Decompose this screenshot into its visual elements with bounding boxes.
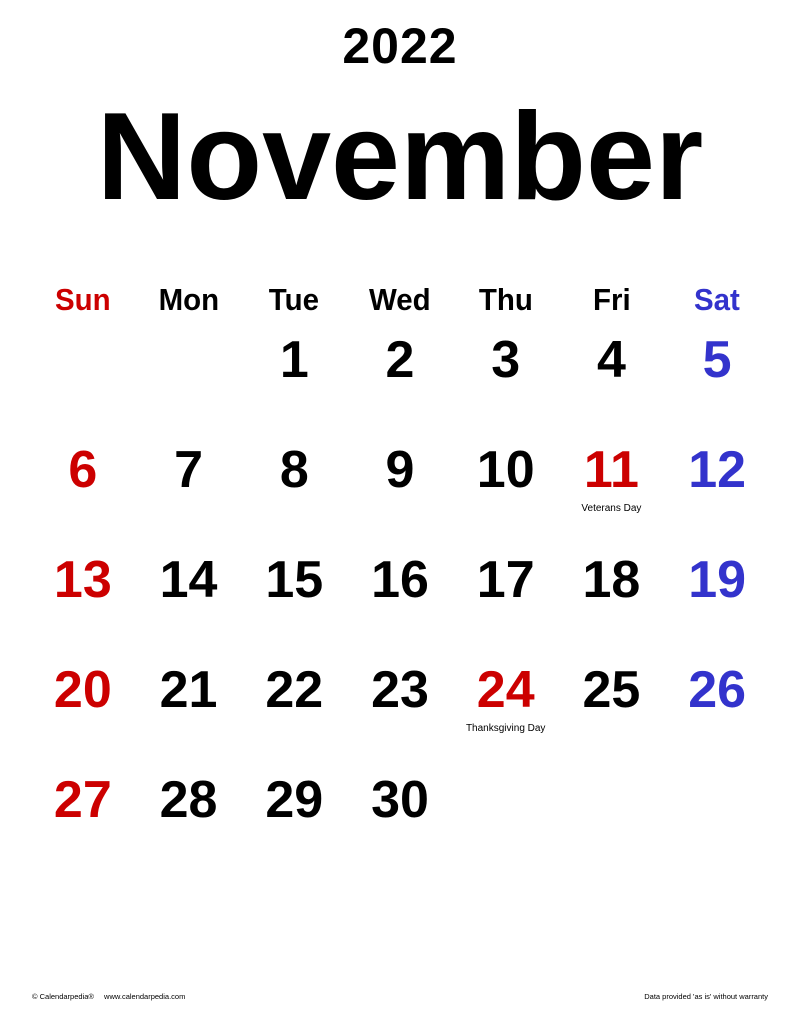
day-number: 7 [174, 441, 204, 499]
day-number: 28 [159, 771, 218, 829]
day-cell: 21 [136, 660, 242, 770]
day-number: 26 [688, 661, 747, 719]
calendar-year: 2022 [342, 18, 458, 74]
day-cell: 26 [664, 660, 770, 770]
day-cell: 3 [453, 330, 559, 440]
day-number: 8 [279, 441, 309, 499]
day-cell: 22 [241, 660, 347, 770]
day-cell: 18 [559, 550, 665, 660]
day-number: 24 [476, 661, 535, 719]
day-number: 19 [688, 551, 747, 609]
copyright-text: © Calendarpedia® [32, 992, 94, 1001]
day-number: 23 [371, 661, 429, 719]
day-number: 12 [688, 441, 747, 499]
empty-cell [136, 330, 242, 440]
day-number: 2 [385, 331, 415, 389]
day-number: 17 [476, 551, 535, 609]
day-number: 16 [371, 551, 429, 609]
empty-cell [664, 770, 770, 880]
empty-cell [559, 770, 665, 880]
day-number: 15 [265, 551, 324, 609]
day-number: 18 [582, 551, 641, 609]
day-cell: 28 [136, 770, 242, 880]
day-number: 3 [491, 331, 521, 389]
day-cell: 8 [241, 440, 347, 550]
day-cell: 30 [347, 770, 453, 880]
calendar-month: November [96, 88, 704, 226]
day-cell: 14 [136, 550, 242, 660]
holiday-label: Veterans Day [581, 503, 642, 514]
day-cell: 15 [241, 550, 347, 660]
day-number: 4 [596, 331, 626, 389]
day-number: 14 [159, 551, 218, 609]
day-cell: 29 [241, 770, 347, 880]
weekday-mon: Mon [158, 282, 219, 317]
day-number: 27 [53, 771, 112, 829]
weekday-sat: Sat [694, 282, 741, 317]
day-number: 5 [702, 331, 732, 389]
day-number: 9 [385, 441, 415, 499]
calendar-days: 1 2 3 4 5 6 7 8 9 10 11 Veterans Day 12 13 14 15 16 17 18 1… [30, 330, 770, 880]
day-cell: 25 [559, 660, 665, 770]
day-number: 13 [53, 551, 112, 609]
day-number: 29 [265, 771, 324, 829]
day-number: 6 [68, 441, 98, 499]
day-number: 20 [53, 661, 112, 719]
disclaimer-text: Data provided 'as is' without warranty [644, 992, 768, 1001]
day-number: 11 [583, 441, 639, 499]
day-cell: 6 [30, 440, 136, 550]
day-cell: 13 [30, 550, 136, 660]
day-cell: 9 [347, 440, 453, 550]
day-cell: 19 [664, 550, 770, 660]
day-cell: 12 [664, 440, 770, 550]
day-number: 1 [279, 331, 309, 389]
footer-left: © Calendarpedia® www.calendarpedia.com [32, 992, 185, 1002]
day-cell: 7 [136, 440, 242, 550]
weekday-thu: Thu [478, 282, 533, 317]
weekday-tue: Tue [269, 282, 320, 317]
empty-cell [453, 770, 559, 880]
day-cell: 10 [453, 440, 559, 550]
day-cell: 27 [30, 770, 136, 880]
weekday-header-row: Sun Mon Tue Wed Thu Fri Sat [30, 280, 770, 320]
holiday-label: Thanksgiving Day [465, 723, 546, 734]
day-cell: 4 [559, 330, 665, 440]
day-number: 25 [582, 661, 641, 719]
weekday-fri: Fri [592, 282, 631, 317]
day-cell: 2 [347, 330, 453, 440]
weekday-wed: Wed [369, 282, 431, 317]
day-number: 10 [476, 441, 535, 499]
weekday-sun: Sun [55, 282, 111, 317]
day-cell: 17 [453, 550, 559, 660]
day-cell: 5 [664, 330, 770, 440]
day-number: 30 [371, 771, 429, 829]
day-number: 22 [265, 661, 324, 719]
day-cell: 1 [241, 330, 347, 440]
day-cell: 16 [347, 550, 453, 660]
calendar-grid: Sun Mon Tue Wed Thu Fri Sat 1 2 3 4 5 6 7 8 9 10 1… [30, 280, 770, 880]
empty-cell [30, 330, 136, 440]
day-cell: 23 [347, 660, 453, 770]
day-cell: 11 Veterans Day [559, 440, 665, 550]
day-cell: 20 [30, 660, 136, 770]
day-number: 21 [159, 661, 218, 719]
day-cell: 24 Thanksgiving Day [453, 660, 559, 770]
website-link[interactable]: www.calendarpedia.com [104, 992, 185, 1001]
